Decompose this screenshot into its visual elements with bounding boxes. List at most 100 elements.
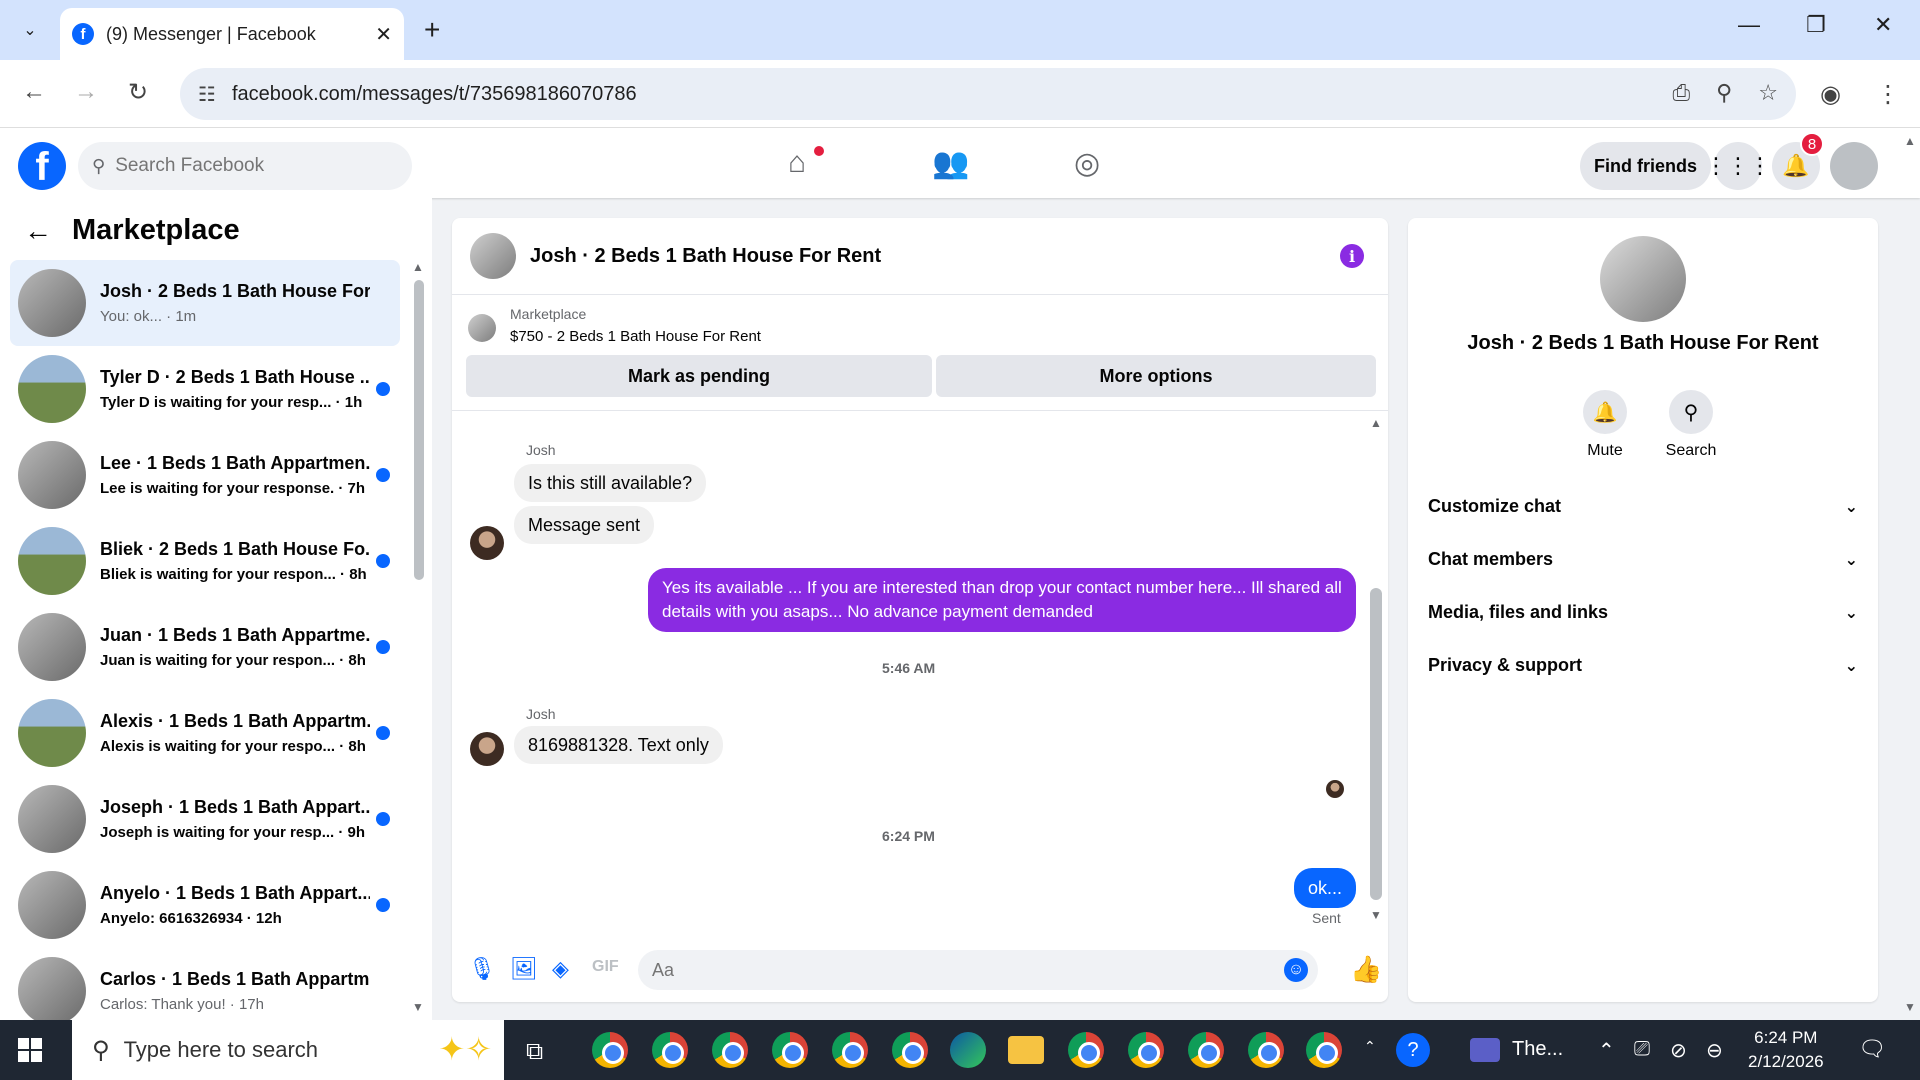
groups-icon[interactable]: ◎ <box>1074 146 1100 181</box>
conversation-item[interactable]: Tyler D · 2 Beds 1 Bath House ... Tyler D… <box>10 346 400 432</box>
back-arrow-icon[interactable]: ← <box>24 215 52 247</box>
chat-scrollbar[interactable] <box>1370 588 1382 900</box>
site-info-icon[interactable]: ☷ <box>198 82 216 107</box>
seen-avatar <box>1326 780 1344 798</box>
sender-avatar[interactable] <box>470 732 504 766</box>
sticker-icon[interactable]: ◈ <box>552 956 569 982</box>
facebook-logo[interactable]: f <box>18 142 66 190</box>
reload-icon[interactable]: ↻ <box>128 78 148 107</box>
windows-start-icon[interactable] <box>18 1038 42 1062</box>
gif-icon[interactable]: GIF <box>592 958 619 976</box>
notification-center-icon[interactable]: 🗨 <box>1858 1036 1886 1062</box>
close-window-icon[interactable]: ✕ <box>1874 12 1892 38</box>
address-bar[interactable]: ☷ facebook.com/messages/t/73569818607078… <box>180 68 1796 120</box>
chat-scroll-up-icon[interactable]: ▲ <box>1370 416 1382 430</box>
contact-avatar[interactable] <box>1600 236 1686 322</box>
privacy-support-row[interactable]: Privacy & support ⌄ <box>1428 655 1858 676</box>
conversation-item[interactable]: Joseph · 1 Beds 1 Bath Appart... Joseph i… <box>10 776 400 862</box>
tab-search-icon[interactable]: ⌄ <box>14 14 46 46</box>
edge-icon[interactable] <box>950 1032 986 1068</box>
message-input-field[interactable]: ☺ <box>638 950 1318 990</box>
sender-avatar[interactable] <box>470 526 504 560</box>
chrome-icon[interactable] <box>1188 1032 1224 1068</box>
conversation-item[interactable]: Alexis · 1 Beds 1 Bath Appartm... Alexis … <box>10 690 400 776</box>
thumbs-up-icon[interactable]: 👍 <box>1350 954 1382 985</box>
sync-icon[interactable]: ⊖ <box>1706 1038 1723 1063</box>
outgoing-message[interactable]: ok... <box>1294 868 1357 908</box>
file-explorer-icon[interactable] <box>1008 1036 1044 1064</box>
sidebar-scrollbar[interactable] <box>414 280 424 580</box>
close-tab-icon[interactable]: ✕ <box>375 22 392 47</box>
chrome-icon[interactable] <box>592 1032 628 1068</box>
incoming-message[interactable]: Is this still available? <box>514 464 707 502</box>
incoming-message[interactable]: 8169881328. Text only <box>514 726 723 764</box>
taskbar-search[interactable]: ⚲ Type here to search ✦✧ <box>72 1020 504 1080</box>
profile-icon[interactable]: ◉ <box>1820 80 1841 109</box>
chrome-icon[interactable] <box>832 1032 868 1068</box>
bookmark-star-icon[interactable]: ☆ <box>1758 80 1778 106</box>
taskbar-scroll-icon[interactable]: ⌃ <box>1364 1038 1376 1055</box>
find-friends-button[interactable]: Find friends <box>1580 142 1711 190</box>
chat-title[interactable]: Josh · 2 Beds 1 Bath House For Rent <box>530 245 881 268</box>
customize-chat-row[interactable]: Customize chat ⌄ <box>1428 496 1858 517</box>
info-icon[interactable]: i <box>1340 244 1364 268</box>
forward-icon[interactable]: → <box>74 78 98 106</box>
browser-tab[interactable]: f (9) Messenger | Facebook ✕ <box>60 8 404 60</box>
mark-as-pending-button[interactable]: Mark as pending <box>466 355 932 397</box>
page-scroll-up-icon[interactable]: ▲ <box>1904 134 1916 148</box>
marketplace-listing[interactable]: Marketplace $750 - 2 Beds 1 Bath House F… <box>468 306 761 345</box>
help-icon[interactable]: ? <box>1396 1033 1430 1067</box>
back-icon[interactable]: ← <box>22 78 46 106</box>
install-app-icon[interactable]: ⎙ <box>1673 80 1691 106</box>
zoom-icon[interactable]: ⚲ <box>1716 80 1732 106</box>
menu-kebab-icon[interactable]: ⋮ <box>1876 80 1900 109</box>
home-icon[interactable]: ⌂ <box>788 146 806 180</box>
show-hidden-icons-icon[interactable]: ⌃ <box>1598 1038 1615 1063</box>
mute-button[interactable]: 🔔 Mute <box>1570 390 1640 460</box>
meet-icon[interactable]: ⎚ <box>1634 1038 1650 1061</box>
chrome-icon[interactable] <box>1128 1032 1164 1068</box>
chrome-icon[interactable] <box>1248 1032 1284 1068</box>
facebook-search-input[interactable] <box>115 155 376 177</box>
media-files-links-row[interactable]: Media, files and links ⌄ <box>1428 602 1858 623</box>
sidebar-title: Marketplace <box>72 214 240 246</box>
chat-avatar[interactable] <box>470 233 516 279</box>
page-scroll-down-icon[interactable]: ▼ <box>1904 1000 1916 1014</box>
account-avatar[interactable] <box>1830 142 1878 190</box>
chrome-icon[interactable] <box>1306 1032 1342 1068</box>
chrome-icon[interactable] <box>652 1032 688 1068</box>
facebook-search[interactable]: ⚲ <box>78 142 412 190</box>
outgoing-message[interactable]: Yes its available ... If you are interes… <box>648 568 1356 632</box>
conversation-item[interactable]: Juan · 1 Beds 1 Bath Appartme... Juan is … <box>10 604 400 690</box>
more-options-button[interactable]: More options <box>936 355 1376 397</box>
menu-grid-icon[interactable]: ⋮⋮⋮ <box>1705 142 1771 190</box>
scroll-down-icon[interactable]: ▼ <box>412 1000 424 1014</box>
microphone-icon[interactable]: 🎙 <box>468 956 496 982</box>
incoming-message[interactable]: Message sent <box>514 506 655 544</box>
photo-icon[interactable]: 🖼 <box>510 956 538 982</box>
message-input[interactable] <box>652 959 1252 981</box>
conversation-item[interactable]: Josh · 2 Beds 1 Bath House For ... You: o… <box>10 260 400 346</box>
taskbar-clock[interactable]: 6:24 PM 2/12/2026 <box>1748 1026 1824 1074</box>
chat-members-row[interactable]: Chat members ⌄ <box>1428 549 1858 570</box>
scroll-up-icon[interactable]: ▲ <box>412 260 424 274</box>
chat-scroll-down-icon[interactable]: ▼ <box>1370 908 1382 922</box>
conversation-item[interactable]: Anyelo · 1 Beds 1 Bath Appart... Anyelo: … <box>10 862 400 948</box>
video-app-icon[interactable] <box>1470 1038 1500 1062</box>
emoji-icon[interactable]: ☺ <box>1284 958 1308 982</box>
restore-icon[interactable]: ❐ <box>1806 12 1826 38</box>
task-view-icon[interactable]: ⧉ <box>526 1038 543 1066</box>
friends-icon[interactable]: 👥 <box>932 146 969 181</box>
conversation-item[interactable]: Lee · 1 Beds 1 Bath Appartmen... Lee is w… <box>10 432 400 518</box>
chrome-icon[interactable] <box>892 1032 928 1068</box>
chrome-icon[interactable] <box>772 1032 808 1068</box>
network-icon[interactable]: ⊘ <box>1670 1038 1687 1063</box>
taskbar-app-label[interactable]: The... <box>1512 1038 1563 1061</box>
url-text[interactable]: facebook.com/messages/t/735698186070786 <box>232 83 637 106</box>
minimize-icon[interactable]: — <box>1738 12 1760 38</box>
search-conversation-button[interactable]: ⚲ Search <box>1656 390 1726 460</box>
new-tab-icon[interactable]: + <box>424 14 440 46</box>
conversation-item[interactable]: Bliek · 2 Beds 1 Bath House Fo... Bliek i… <box>10 518 400 604</box>
chrome-icon[interactable] <box>1068 1032 1104 1068</box>
chrome-icon[interactable] <box>712 1032 748 1068</box>
